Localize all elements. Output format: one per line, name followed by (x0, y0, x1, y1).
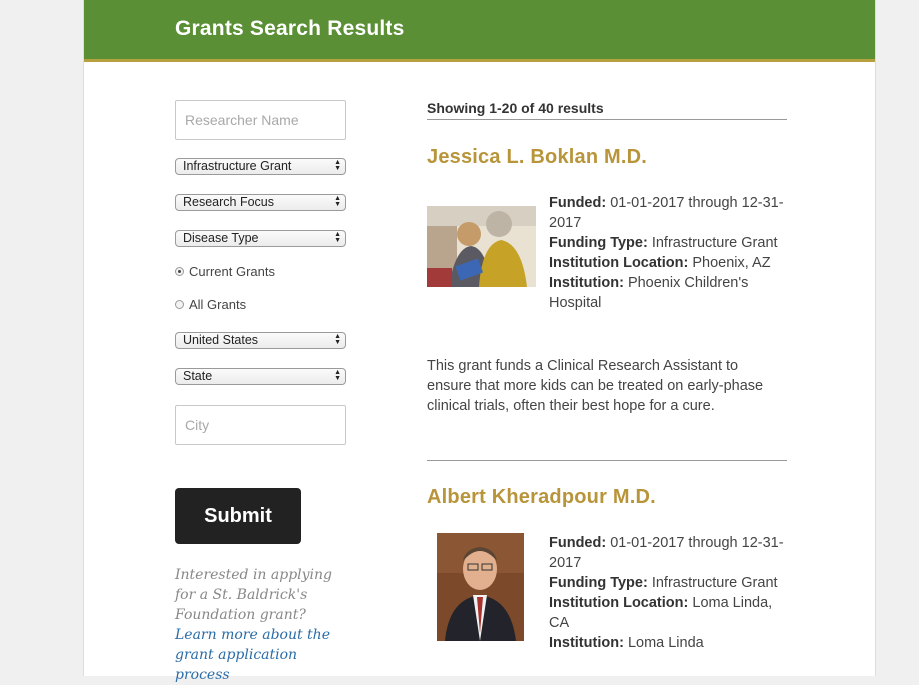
funding-type-value: Infrastructure Grant (651, 235, 778, 251)
result-name-link[interactable]: Jessica L. Boklan M.D. (427, 146, 647, 169)
research-focus-value: Research Focus (183, 195, 275, 209)
researcher-photo[interactable] (427, 206, 536, 287)
grant-type-select[interactable]: Infrastructure Grant ▲ ▼ (175, 158, 346, 175)
page-title: Grants Search Results (175, 17, 405, 40)
institution-location-row: Institution Location: Phoenix, AZ (549, 253, 789, 273)
result-details: Funded: 01-01-2017 through 12-31-2017 Fu… (549, 193, 789, 313)
results-count: Showing 1-20 of 40 results (427, 100, 787, 120)
apply-help-text: Interested in applying for a St. Baldric… (175, 565, 345, 685)
learn-more-link[interactable]: Learn more about the grant application p… (175, 627, 330, 683)
institution-row: Institution: Loma Linda (549, 633, 789, 653)
page-container: Grants Search Results Infrastructure Gra… (83, 0, 876, 683)
disease-type-value: Disease Type (183, 231, 259, 245)
institution-row: Institution: Phoenix Children's Hospital (549, 273, 789, 313)
select-arrows-icon: ▲ ▼ (334, 195, 341, 208)
funding-type-label: Funding Type: (549, 575, 648, 591)
select-arrows-icon: ▲ ▼ (334, 369, 341, 382)
state-select[interactable]: State ▲ ▼ (175, 368, 346, 385)
all-grants-radio[interactable] (175, 300, 184, 309)
current-grants-label: Current Grants (189, 264, 275, 279)
result-divider (427, 460, 787, 461)
institution-location-row: Institution Location: Loma Linda, CA (549, 593, 789, 633)
grant-type-value: Infrastructure Grant (183, 159, 292, 173)
funded-row: Funded: 01-01-2017 through 12-31-2017 (549, 193, 789, 233)
institution-location-label: Institution Location: (549, 595, 689, 611)
current-grants-radio[interactable] (175, 267, 184, 276)
result-details: Funded: 01-01-2017 through 12-31-2017 Fu… (549, 533, 789, 653)
funding-type-label: Funding Type: (549, 235, 648, 251)
research-focus-select[interactable]: Research Focus ▲ ▼ (175, 194, 346, 211)
all-grants-label: All Grants (189, 297, 247, 312)
city-input[interactable] (175, 405, 346, 445)
select-arrows-icon: ▲ ▼ (334, 231, 341, 244)
institution-label: Institution: (549, 275, 624, 291)
institution-label: Institution: (549, 635, 624, 651)
all-grants-radio-row[interactable]: All Grants (175, 297, 246, 312)
funded-label: Funded: (549, 195, 607, 211)
funded-row: Funded: 01-01-2017 through 12-31-2017 (549, 533, 789, 573)
page-header: Grants Search Results (84, 0, 875, 62)
results-list: Showing 1-20 of 40 results Jessica L. Bo… (427, 100, 787, 651)
funding-type-row: Funding Type: Infrastructure Grant (549, 573, 789, 593)
country-value: United States (183, 333, 259, 347)
apply-help-prompt: Interested in applying for a St. Baldric… (175, 567, 333, 623)
current-grants-radio-row[interactable]: Current Grants (175, 264, 275, 279)
institution-location-value: Phoenix, AZ (692, 255, 771, 271)
funding-type-row: Funding Type: Infrastructure Grant (549, 233, 789, 253)
submit-button[interactable]: Submit (175, 488, 301, 544)
select-arrows-icon: ▲ ▼ (334, 333, 341, 346)
result-description: This grant funds a Clinical Research Ass… (427, 358, 764, 414)
country-select[interactable]: United States ▲ ▼ (175, 332, 346, 349)
researcher-photo[interactable] (437, 533, 524, 641)
funding-type-value: Infrastructure Grant (651, 575, 778, 591)
institution-value: Loma Linda (627, 635, 704, 651)
institution-location-label: Institution Location: (549, 255, 689, 271)
disease-type-select[interactable]: Disease Type ▲ ▼ (175, 230, 346, 247)
result-name-link[interactable]: Albert Kheradpour M.D. (427, 486, 656, 509)
state-value: State (183, 369, 213, 383)
researcher-name-input[interactable] (175, 100, 346, 140)
funded-label: Funded: (549, 535, 607, 551)
select-arrows-icon: ▲ ▼ (334, 159, 341, 172)
